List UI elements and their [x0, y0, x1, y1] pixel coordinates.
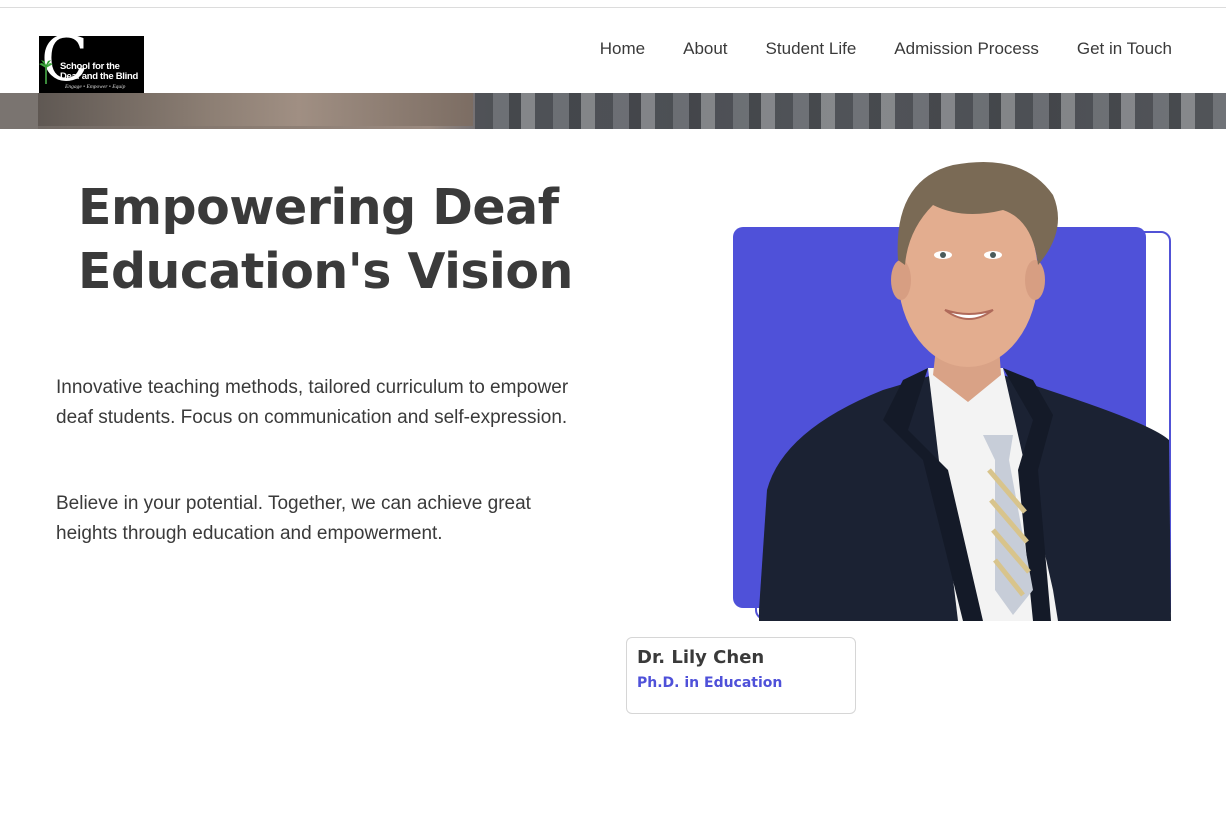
banner-image-strip: [0, 93, 1226, 129]
paragraph2-line2: heights through education and empowermen…: [56, 523, 443, 544]
nav-about[interactable]: About: [683, 38, 727, 60]
logo-tagline: Engage • Empower • Equip: [65, 84, 126, 90]
school-logo[interactable]: C School for the Deaf and the Blind Enga…: [39, 36, 144, 93]
banner-segment: [0, 93, 38, 129]
profile-portrait-image: [759, 161, 1171, 621]
nav-home[interactable]: Home: [600, 38, 645, 60]
logo-text-line2: Deaf and the Blind: [60, 71, 138, 82]
paragraph1-line2: deaf students. Focus on communication an…: [56, 407, 568, 428]
nav-admission-process[interactable]: Admission Process: [894, 38, 1039, 60]
hero-title-line2: Education's Vision: [78, 243, 573, 300]
hero-title-line1: Empowering Deaf: [78, 179, 559, 236]
main-navigation: Home About Student Life Admission Proces…: [600, 38, 1172, 60]
profile-caption-card: Dr. Lily Chen Ph.D. in Education: [626, 637, 856, 714]
hero-paragraph-2: Believe in your potential. Together, we …: [56, 489, 616, 549]
hero-paragraph-1: Innovative teaching methods, tailored cu…: [56, 373, 616, 433]
banner-segment: [38, 93, 473, 126]
banner-segment: [475, 93, 1226, 129]
profile-degree: Ph.D. in Education: [637, 675, 783, 691]
top-divider: [0, 7, 1226, 8]
paragraph1-line1: Innovative teaching methods, tailored cu…: [56, 377, 569, 398]
nav-student-life[interactable]: Student Life: [766, 38, 857, 60]
paragraph2-line1: Believe in your potential. Together, we …: [56, 493, 531, 514]
nav-get-in-touch[interactable]: Get in Touch: [1077, 38, 1172, 60]
palmetto-tree-icon: [39, 60, 53, 84]
profile-name: Dr. Lily Chen: [637, 647, 765, 668]
hero-title: Empowering Deaf Education's Vision: [78, 176, 638, 304]
